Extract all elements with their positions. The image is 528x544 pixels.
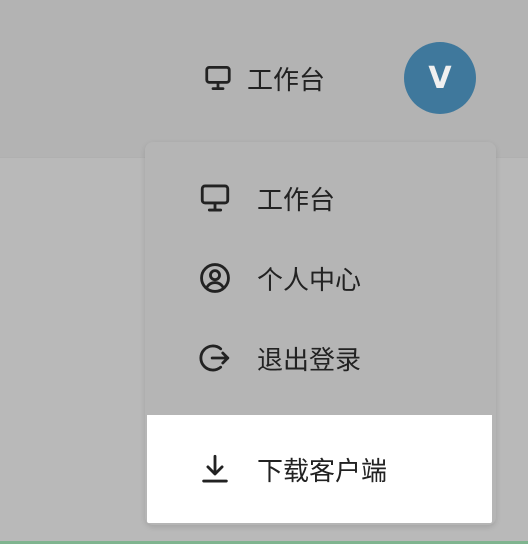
monitor-icon	[203, 63, 233, 93]
user-circle-icon	[197, 260, 233, 296]
menu-item-label: 工作台	[257, 185, 336, 216]
header-workbench-link[interactable]: 工作台	[203, 60, 325, 96]
top-header: 工作台 V	[0, 0, 528, 158]
menu-item-label: 退出登录	[257, 345, 362, 376]
avatar-letter: V	[428, 60, 452, 96]
menu-item-label: 下载客户端	[257, 456, 388, 487]
user-dropdown-menu: 工作台 个人中心 退出登录 下载客户端	[145, 142, 496, 525]
page: 工作台 V 工作台 个人中心 退出登录 下载客户端	[0, 0, 528, 544]
menu-item-download-client[interactable]: 下载客户端	[147, 415, 492, 523]
monitor-icon	[197, 180, 233, 216]
menu-item-label: 个人中心	[257, 265, 362, 296]
user-avatar[interactable]: V	[404, 42, 476, 114]
menu-item-logout[interactable]: 退出登录	[145, 318, 496, 398]
logout-icon	[197, 340, 233, 376]
menu-item-profile[interactable]: 个人中心	[145, 238, 496, 318]
menu-item-workbench[interactable]: 工作台	[145, 158, 496, 238]
download-icon	[197, 451, 233, 487]
header-workbench-label: 工作台	[247, 65, 326, 96]
